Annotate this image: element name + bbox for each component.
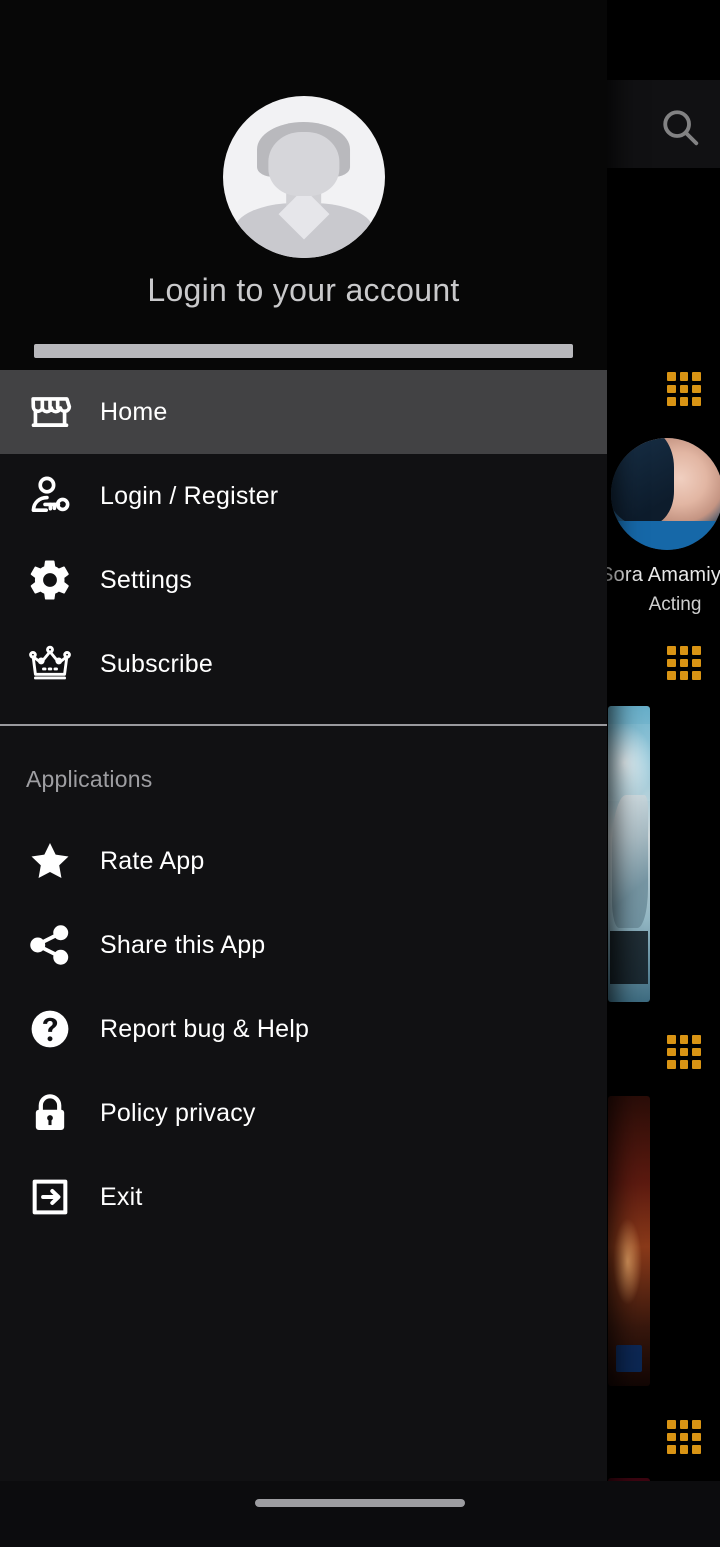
menu-item-subscribe[interactable]: Subscribe: [0, 622, 607, 706]
menu-item-rate-app[interactable]: Rate App: [0, 819, 607, 903]
menu-item-login-register[interactable]: Login / Register: [0, 454, 607, 538]
storefront-icon: [0, 389, 100, 435]
menu-item-home[interactable]: Home: [0, 370, 607, 454]
gear-icon: [0, 557, 100, 603]
poster-thumbnail[interactable]: [608, 706, 650, 1002]
menu-item-label: Report bug & Help: [100, 1014, 310, 1043]
search-icon[interactable]: [657, 104, 703, 150]
menu-item-settings[interactable]: Settings: [0, 538, 607, 622]
share-icon: [0, 922, 100, 968]
menu-item-label: Home: [100, 397, 168, 426]
menu-item-label: Policy privacy: [100, 1098, 256, 1127]
navigation-drawer: Login to your account Home Login / Regis…: [0, 0, 607, 1547]
menu-item-label: Rate App: [100, 846, 205, 875]
help-circle-icon: [0, 1006, 100, 1052]
lock-icon: [0, 1090, 100, 1136]
menu-item-label: Settings: [100, 565, 192, 594]
grid-3x3-icon[interactable]: [667, 1035, 701, 1069]
grid-3x3-icon[interactable]: [667, 1420, 701, 1454]
user-key-icon: [0, 473, 100, 519]
bottom-nav-strip: [0, 1481, 720, 1547]
grid-3x3-icon[interactable]: [667, 646, 701, 680]
menu-item-label: Share this App: [100, 930, 266, 959]
menu-item-exit[interactable]: Exit: [0, 1155, 607, 1239]
background-profile-avatar[interactable]: [611, 438, 720, 550]
home-gesture-bar[interactable]: [255, 1499, 465, 1507]
login-prompt-title: Login to your account: [147, 272, 460, 308]
menu-item-policy-privacy[interactable]: Policy privacy: [0, 1071, 607, 1155]
exit-icon: [0, 1174, 100, 1220]
background-profile-name: Sora Amamiy: [600, 564, 720, 586]
header-accent-bar: [34, 344, 573, 358]
poster-thumbnail[interactable]: [608, 1096, 650, 1386]
user-avatar-placeholder: [222, 96, 385, 258]
menu-item-share-app[interactable]: Share this App: [0, 903, 607, 987]
menu-item-label: Exit: [100, 1182, 143, 1211]
drawer-header[interactable]: Login to your account: [0, 0, 607, 370]
crown-icon: [0, 641, 100, 687]
main-menu-section: Home Login / Register Settings Subscribe: [0, 370, 607, 706]
background-profile-role: Acting: [648, 594, 702, 615]
menu-item-label: Login / Register: [100, 481, 279, 510]
menu-item-report-bug[interactable]: Report bug & Help: [0, 987, 607, 1071]
grid-3x3-icon[interactable]: [667, 372, 701, 406]
menu-item-label: Subscribe: [100, 649, 213, 678]
applications-section-title: Applications: [26, 766, 153, 792]
star-icon: [0, 838, 100, 884]
phone-screen: Sora Amamiy Acting Login to your account…: [0, 0, 720, 1547]
applications-menu-section: Rate App Share this App Report bug & Hel…: [0, 819, 607, 1239]
